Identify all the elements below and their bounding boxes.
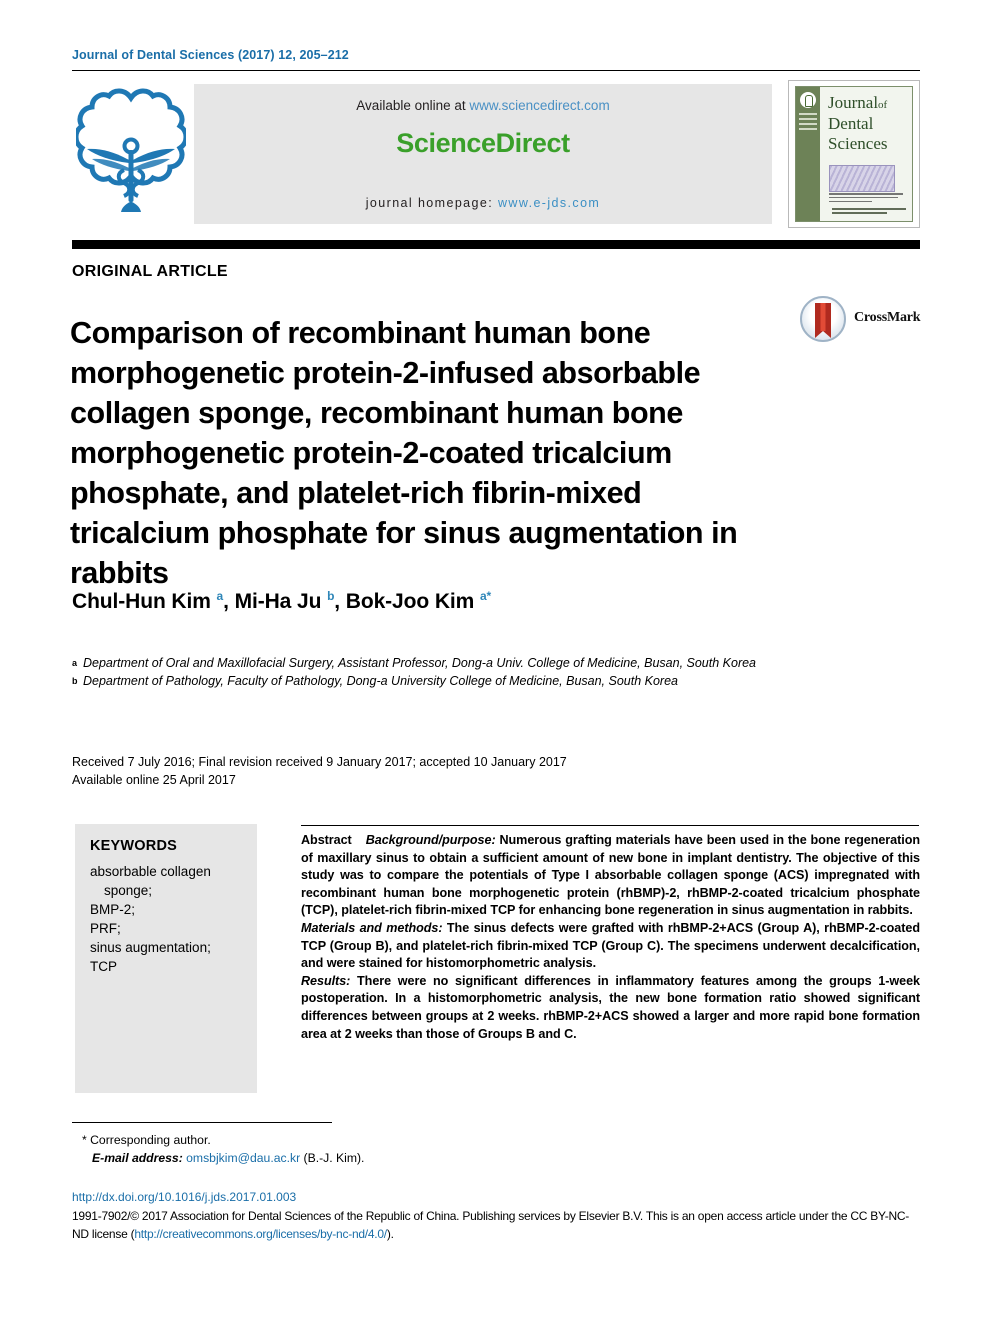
- cover-caption-lines: [829, 193, 907, 204]
- cover-title-line3: Sciences: [828, 134, 888, 154]
- email-line: E-mail address: omsbjkim@dau.ac.kr (B.-J…: [82, 1150, 364, 1168]
- running-head: Journal of Dental Sciences (2017) 12, 20…: [72, 48, 349, 62]
- email-suffix: (B.-J. Kim).: [300, 1150, 365, 1165]
- footnote-rule: [72, 1122, 332, 1123]
- sciencedirect-banner: Available online at www.sciencedirect.co…: [194, 84, 772, 224]
- cover-title-line1: Journal: [828, 93, 879, 112]
- dental-society-caduceus-emblem-icon: [73, 84, 189, 224]
- cover-spine: [796, 87, 820, 221]
- copyright-text-part2: ).: [386, 1227, 394, 1241]
- abstract-section-heading: Results:: [301, 973, 351, 988]
- abstract: Abstract Background/purpose: Numerous gra…: [301, 832, 920, 1043]
- received-accepted-line: Received 7 July 2016; Final revision rec…: [72, 755, 567, 769]
- cover-figure-thumb: [829, 165, 895, 192]
- affiliation-text: Department of Pathology, Faculty of Path…: [83, 673, 678, 688]
- header-rule: [72, 70, 920, 71]
- section-divider-bar: [72, 240, 920, 249]
- email-label: E-mail address:: [92, 1150, 183, 1165]
- available-online-date: Available online 25 April 2017: [72, 772, 236, 787]
- abstract-paragraph-background: Abstract Background/purpose: Numerous gra…: [301, 832, 920, 920]
- journal-homepage-label: journal homepage:: [365, 196, 494, 210]
- author[interactable]: Mi-Ha Ju b: [234, 589, 335, 613]
- author-list: Chul-Hun Kim a, Mi-Ha Ju b, Bok-Joo Kim …: [72, 589, 491, 614]
- keyword-item: absorbable collagen sponge;: [90, 864, 211, 898]
- masthead: Available online at www.sciencedirect.co…: [72, 78, 920, 230]
- affiliation-mark: a: [72, 658, 78, 668]
- article-history: Received 7 July 2016; Final revision rec…: [72, 754, 567, 789]
- crossmark-icon: [800, 296, 846, 342]
- available-online-prefix: Available online at: [356, 98, 470, 113]
- author[interactable]: Chul-Hun Kim a: [72, 589, 223, 613]
- keywords-list: absorbable collagen sponge; BMP-2; PRF; …: [90, 862, 249, 976]
- keyword-item: BMP-2;: [90, 902, 136, 917]
- abstract-paragraph-results: Results: There were no significant diffe…: [301, 973, 920, 1043]
- keywords-heading: KEYWORDS: [90, 838, 177, 854]
- copyright-notice: 1991-7902/© 2017 Association for Dental …: [72, 1207, 922, 1243]
- author-name: Mi-Ha Ju: [234, 590, 322, 613]
- abstract-section-heading: Background/purpose:: [365, 833, 496, 847]
- corresponding-author-note: * Corresponding author. E-mail address: …: [82, 1132, 364, 1167]
- author-separator: ,: [334, 590, 346, 613]
- keyword-item: sinus augmentation;: [90, 940, 211, 955]
- crossmark-label: CrossMark: [854, 310, 921, 325]
- email-link[interactable]: omsbjkim@dau.ac.kr: [186, 1151, 300, 1165]
- keywords-box: KEYWORDS absorbable collagen sponge; BMP…: [75, 824, 257, 1093]
- affiliation: b Department of Pathology, Faculty of Pat…: [72, 673, 812, 691]
- author-separator: ,: [223, 590, 235, 613]
- abstract-section-body: There were no significant differences in…: [301, 973, 920, 1041]
- abstract-section-heading: Materials and methods:: [301, 920, 443, 935]
- affiliation: a Department of Oral and Maxillofacial Su…: [72, 655, 812, 673]
- available-online-line: Available online at www.sciencedirect.co…: [194, 98, 772, 113]
- article-type-label: ORIGINAL ARTICLE: [72, 263, 228, 280]
- article-first-page: Journal of Dental Sciences (2017) 12, 20…: [0, 0, 992, 1323]
- doi-link[interactable]: http://dx.doi.org/10.1016/j.jds.2017.01.…: [72, 1190, 296, 1204]
- keyword-item: PRF;: [90, 921, 121, 936]
- keyword-item: TCP: [90, 959, 117, 974]
- sciencedirect-url[interactable]: www.sciencedirect.com: [469, 98, 609, 113]
- cover-title-line2: Dental: [828, 113, 874, 133]
- cover-society-emblem-icon: [800, 92, 816, 108]
- author-name: Chul-Hun Kim: [72, 590, 211, 613]
- cover-title-of: of: [878, 99, 888, 111]
- author-affil-mark: a*: [479, 589, 492, 603]
- affiliation-text: Department of Oral and Maxillofacial Sur…: [83, 656, 757, 670]
- journal-homepage-line: journal homepage: www.e-jds.com: [194, 196, 772, 210]
- author-name: Bok-Joo Kim: [345, 590, 475, 613]
- abstract-label: Abstract: [301, 833, 352, 847]
- cover-title: Journalof Dental Sciences: [828, 93, 908, 155]
- affiliation-mark: b: [72, 675, 78, 686]
- license-link[interactable]: http://creativecommons.org/licenses/by-n…: [134, 1227, 387, 1241]
- author[interactable]: Bok-Joo Kim a*: [345, 589, 492, 613]
- journal-cover-thumbnail: Journalof Dental Sciences: [788, 80, 920, 228]
- corresponding-author-line: * Corresponding author.: [82, 1133, 211, 1147]
- abstract-rule: [301, 825, 919, 826]
- abstract-paragraph-methods: Materials and methods: The sinus defects…: [301, 920, 920, 973]
- cover-footer-lines: [832, 208, 906, 216]
- sciencedirect-logo[interactable]: ScienceDirect: [194, 128, 772, 159]
- journal-homepage-url[interactable]: www.e-jds.com: [498, 196, 600, 210]
- affiliation-list: a Department of Oral and Maxillofacial Su…: [72, 655, 812, 690]
- crossmark-badge[interactable]: CrossMark: [800, 296, 921, 348]
- page-title: Comparison of recombinant human bone mor…: [70, 316, 738, 591]
